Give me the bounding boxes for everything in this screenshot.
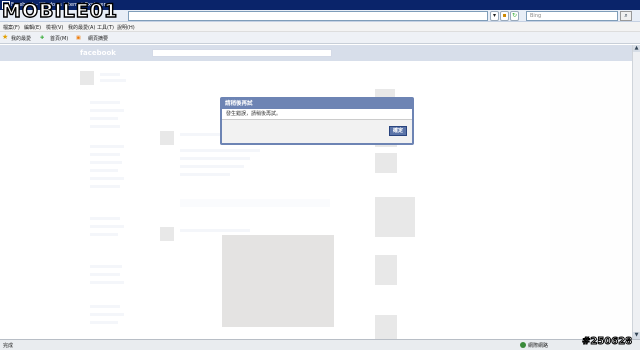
menu-bar: 檔案(F) 編輯(E) 檢視(V) 我的最愛(A) 工具(T) 說明(H): [0, 22, 640, 32]
vertical-scrollbar[interactable]: ▲ ▼: [632, 45, 640, 339]
menu-edit[interactable]: 編輯(E): [24, 24, 41, 31]
status-text: 完成: [3, 343, 14, 349]
star-icon[interactable]: ★: [2, 34, 8, 41]
feeds-button[interactable]: 網頁摘要: [88, 35, 108, 42]
home-button[interactable]: 首頁(M): [50, 35, 68, 42]
dialog-title: 請稍後再試: [222, 99, 412, 109]
address-bar[interactable]: [128, 11, 488, 21]
dropdown-arrow-icon[interactable]: ▾: [490, 11, 499, 21]
dialog-footer: 確定: [222, 119, 412, 143]
menu-file[interactable]: 檔案(F): [3, 24, 20, 31]
mobile01-logo: MOBILE01: [1, 0, 119, 23]
menu-help[interactable]: 說明(H): [117, 24, 135, 31]
feeds-icon[interactable]: ▣: [76, 35, 81, 41]
menu-favorites[interactable]: 我的最愛(A): [68, 24, 95, 31]
globe-icon: [520, 342, 526, 348]
security-zone: 網際網路: [528, 343, 549, 349]
add-favorite-icon[interactable]: ✚: [40, 35, 44, 41]
lock-icon[interactable]: ▪: [500, 11, 509, 21]
scroll-down-icon[interactable]: ▼: [633, 332, 640, 339]
search-input[interactable]: Bing: [526, 11, 618, 21]
scroll-up-icon[interactable]: ▲: [633, 45, 640, 52]
modal-overlay: [0, 45, 632, 339]
ok-button[interactable]: 確定: [389, 126, 407, 136]
menu-tools[interactable]: 工具(T): [97, 24, 114, 31]
refresh-icon[interactable]: ↻: [510, 11, 519, 21]
favorites-button[interactable]: 我的最愛: [11, 35, 31, 42]
dialog-message: 發生錯誤，請稍後再試。: [222, 109, 412, 119]
favorites-bar: ★ 我的最愛 ✚ 首頁(M) ▣ 網頁摘要: [0, 32, 640, 44]
search-icon[interactable]: ⌕: [620, 11, 632, 21]
menu-view[interactable]: 檢視(V): [46, 24, 63, 31]
status-bar: 完成 網際網路: [0, 339, 640, 350]
error-dialog: 請稍後再試 發生錯誤，請稍後再試。 確定: [220, 97, 414, 145]
image-id-watermark: #250628: [581, 336, 633, 348]
